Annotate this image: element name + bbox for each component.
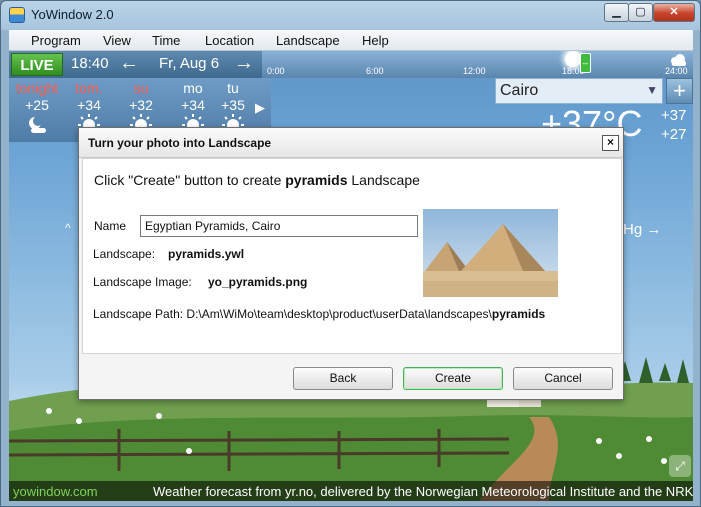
intro-text: Click "Create" button to create bbox=[94, 172, 286, 188]
app-window: YoWindow 2.0 ▁ ▢ ✕ Program View Time Loc… bbox=[0, 0, 701, 507]
yowindow-link[interactable]: yowindow.com bbox=[13, 484, 98, 499]
expand-icon[interactable]: ⤢ bbox=[669, 455, 691, 477]
menu-landscape[interactable]: Landscape bbox=[276, 33, 340, 48]
timeline-tick: 6:00 bbox=[366, 66, 384, 76]
status-bar: yowindow.com Weather forecast from yr.no… bbox=[9, 481, 693, 501]
timeline-tick: 24:00 bbox=[665, 66, 688, 76]
title-bar[interactable]: YoWindow 2.0 ▁ ▢ ✕ bbox=[1, 1, 700, 29]
forecast-day-temp: +34 bbox=[77, 97, 101, 113]
menu-view[interactable]: View bbox=[103, 33, 131, 48]
path-value: D:\Am\WiMo\team\desktop\product\userData… bbox=[186, 307, 492, 321]
forecast-day-name: tu bbox=[227, 80, 239, 96]
moon-cloud-icon bbox=[29, 116, 46, 133]
menu-program[interactable]: Program bbox=[31, 33, 81, 48]
next-day-arrow-icon[interactable]: → bbox=[234, 52, 254, 75]
maximize-button[interactable]: ▢ bbox=[628, 3, 653, 22]
forecast-day-temp: +35 bbox=[221, 97, 245, 113]
landscape-path: Landscape Path: D:\Am\WiMo\team\desktop\… bbox=[93, 307, 545, 321]
temp-high: +37 bbox=[661, 107, 687, 124]
landscape-file-value: pyramids.ywl bbox=[168, 247, 245, 261]
current-date: Fr, Aug 6 bbox=[159, 55, 220, 72]
day-timeline[interactable]: 0:00 6:00 12:00 18:00 24:00 bbox=[262, 51, 693, 78]
menu-help[interactable]: Help bbox=[362, 33, 389, 48]
timeline-tick: 12:00 bbox=[463, 66, 486, 76]
forecast-next-arrow-icon[interactable]: ▶ bbox=[255, 100, 265, 116]
landscape-label: Landscape: bbox=[93, 247, 156, 261]
cancel-button[interactable]: Cancel bbox=[513, 367, 613, 390]
timeline-tick: 0:00 bbox=[267, 66, 285, 76]
name-label: Name bbox=[94, 219, 127, 233]
path-folder-name: pyramids bbox=[491, 307, 546, 321]
dialog-title: Turn your photo into Landscape bbox=[88, 136, 272, 150]
back-button[interactable]: Back bbox=[293, 367, 393, 390]
chevron-down-icon: ▼ bbox=[646, 83, 658, 97]
sun-icon bbox=[565, 51, 581, 67]
close-window-button[interactable]: ✕ bbox=[653, 3, 695, 22]
city-name: Cairo bbox=[500, 82, 539, 99]
landscape-image-value: yo_pyramids.png bbox=[208, 275, 308, 289]
city-selector[interactable]: Cairo ▼ bbox=[495, 78, 663, 104]
path-label: Landscape Path: bbox=[93, 307, 187, 321]
dialog-close-button[interactable]: × bbox=[602, 135, 619, 151]
forecast-credit: Weather forecast from yr.no, delivered b… bbox=[153, 484, 693, 499]
time-toolbar: LIVE 18:40 ← Fr, Aug 6 → 0:00 6:00 12:00… bbox=[9, 51, 693, 78]
landscape-preview-image bbox=[423, 209, 558, 297]
forecast-day-name: su bbox=[133, 80, 149, 96]
add-location-button[interactable]: + bbox=[666, 78, 693, 104]
live-button[interactable]: LIVE bbox=[11, 53, 63, 76]
dialog-title-bar[interactable]: Turn your photo into Landscape × bbox=[79, 128, 623, 158]
forecast-day-temp: +25 bbox=[25, 97, 49, 113]
cloud-icon bbox=[671, 54, 686, 66]
pressure-unit[interactable]: Hg → bbox=[623, 221, 661, 238]
dialog-content: Click "Create" button to create pyramids… bbox=[82, 158, 622, 354]
forecast-day-name: tonight bbox=[15, 80, 59, 96]
minimize-button[interactable]: ▁ bbox=[604, 3, 629, 22]
forecast-day-name: tom. bbox=[75, 80, 103, 96]
intro-text-suffix: Landscape bbox=[347, 172, 420, 188]
create-landscape-dialog: Turn your photo into Landscape × Click "… bbox=[78, 127, 624, 400]
landscape-name-input[interactable] bbox=[140, 215, 418, 237]
menu-time[interactable]: Time bbox=[152, 33, 180, 48]
window-title: YoWindow 2.0 bbox=[31, 7, 114, 22]
timeline-slider-handle[interactable]: ↔ bbox=[580, 53, 591, 73]
yowindow-app-icon bbox=[9, 7, 25, 23]
intro-landscape-name: pyramids bbox=[285, 172, 348, 188]
dialog-instructions: Click "Create" button to create pyramids… bbox=[94, 172, 420, 188]
current-time: 18:40 bbox=[71, 55, 109, 72]
menu-bar: Program View Time Location Landscape Hel… bbox=[9, 30, 693, 51]
temp-low: +27 bbox=[661, 126, 687, 143]
side-panel-caret-icon[interactable]: ^ bbox=[65, 221, 71, 235]
forecast-day-temp: +32 bbox=[129, 97, 153, 113]
menu-location[interactable]: Location bbox=[205, 33, 254, 48]
forecast-day[interactable]: tonight +25 bbox=[9, 78, 65, 142]
prev-day-arrow-icon[interactable]: ← bbox=[119, 52, 139, 75]
landscape-image-label: Landscape Image: bbox=[93, 275, 192, 289]
create-button[interactable]: Create bbox=[403, 367, 503, 390]
